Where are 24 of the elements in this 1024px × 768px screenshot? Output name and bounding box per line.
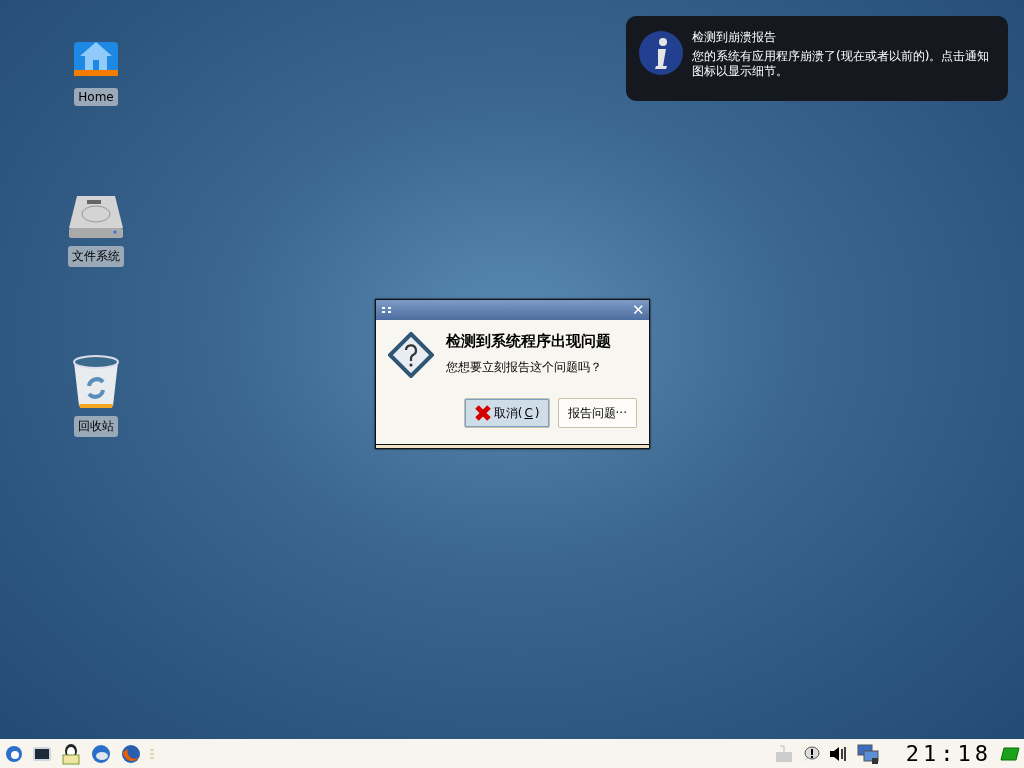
cancel-button[interactable]: 取消( C ) (463, 398, 550, 428)
clock[interactable]: 21:18 (905, 741, 992, 766)
report-button[interactable]: 报告问题··· (557, 398, 637, 428)
desktop-icon-label[interactable]: Home (74, 88, 118, 106)
notification-title: 检测到崩溃报告 (692, 30, 777, 45)
desktop-icon-label[interactable]: 文件系统 (68, 246, 124, 267)
question-icon (388, 332, 434, 378)
cancel-x-icon (473, 404, 492, 422)
window-menu-icon[interactable] (382, 307, 391, 313)
notification-popup[interactable]: 检测到崩溃报告 您的系统有应用程序崩溃了(现在或者以前的)。点击通知图标以显示细节。 (626, 16, 1008, 101)
info-icon (638, 30, 684, 76)
trash-bin-icon[interactable] (71, 354, 121, 410)
dialog-message: 您想要立刻报告这个问题吗？ (446, 359, 603, 376)
speech-alert-icon[interactable] (801, 744, 820, 763)
network-icon[interactable] (855, 742, 880, 765)
notification-message: 您的系统有应用程序崩溃了(现在或者以前的)。点击通知图标以显示细节。 (692, 49, 991, 79)
workspace-icon[interactable] (1000, 745, 1020, 762)
start-menu-icon[interactable] (4, 743, 24, 764)
dialog-heading: 检测到系统程序出现问题 (446, 332, 611, 351)
grip-icon[interactable] (150, 748, 154, 759)
close-button[interactable]: ✕ (632, 301, 645, 319)
volume-icon[interactable] (827, 744, 848, 763)
desktop-icon-label[interactable]: 回收站 (74, 416, 118, 437)
terminal-icon[interactable] (32, 744, 52, 763)
